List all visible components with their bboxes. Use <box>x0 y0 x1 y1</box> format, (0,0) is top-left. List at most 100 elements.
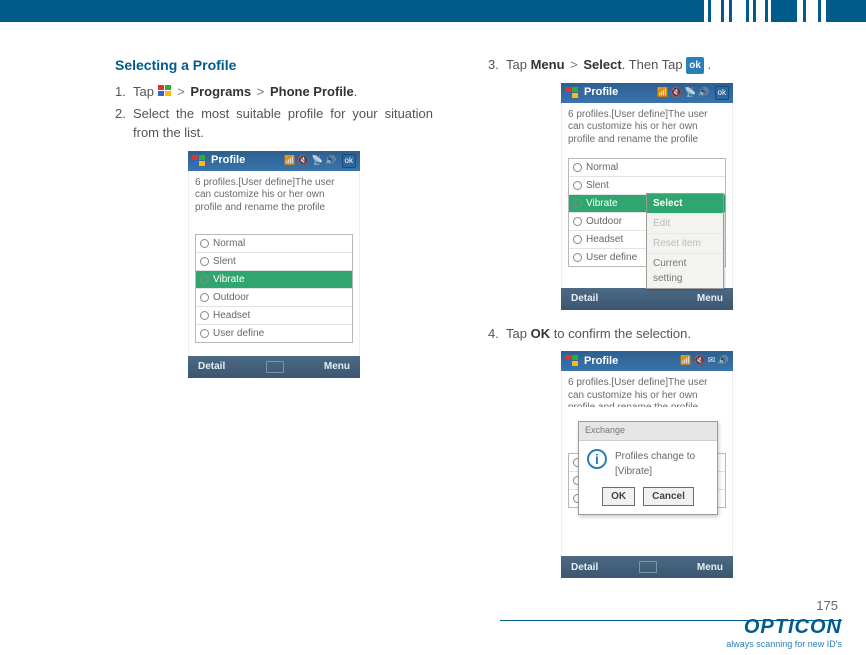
period: . <box>354 84 358 99</box>
barcode-decoration <box>704 0 826 22</box>
dialog-buttons: OK Cancel <box>579 483 717 514</box>
list-item[interactable]: Normal <box>196 235 352 253</box>
menu-item-select[interactable]: Select <box>647 194 723 214</box>
dialog-message: Profiles change to [Vibrate] <box>615 449 709 479</box>
ok-chip-icon: ok <box>686 57 704 74</box>
radio-icon <box>573 163 582 172</box>
step-number: 4. <box>488 324 506 344</box>
left-column: Selecting a Profile 1. Tap > Programs > … <box>115 55 433 592</box>
status-icons: 📶 🔇 📡 🔊 <box>284 154 336 168</box>
section-heading: Selecting a Profile <box>115 55 433 76</box>
step-1: 1. Tap > Programs > Phone Profile. <box>115 82 433 102</box>
step-text: Tap Menu > Select. Then Tap ok . <box>506 55 806 75</box>
dialog-message-row: i Profiles change to [Vibrate] <box>579 441 717 483</box>
list-label: User define <box>586 250 637 265</box>
ok-label: OK <box>531 326 551 341</box>
windows-start-icon[interactable] <box>565 87 579 99</box>
dialog-title: Exchange <box>579 422 717 441</box>
step-text: Select the most suitable profile for you… <box>133 104 433 143</box>
list-label: Vibrate <box>586 196 618 211</box>
radio-icon <box>573 253 582 262</box>
menu-item-reset: Reset item <box>647 234 723 254</box>
list-label: Normal <box>213 236 245 251</box>
phone-softkey-bar: Detail Menu <box>561 556 733 578</box>
hint-text: 6 profiles.[User define]The user can cus… <box>189 171 359 221</box>
radio-icon <box>200 329 209 338</box>
ok-button[interactable]: ok <box>342 154 356 168</box>
confirm-dialog: Exchange i Profiles change to [Vibrate] … <box>578 421 718 515</box>
hint-text: 6 profiles.[User define]The user can cus… <box>562 103 732 153</box>
step-text: Tap > Programs > Phone Profile. <box>133 82 433 102</box>
windows-start-icon[interactable] <box>565 355 579 367</box>
softkey-menu[interactable]: Menu <box>324 359 350 374</box>
status-icons: 📶 🔇 ✉ 🔊 <box>680 354 729 368</box>
hint-text: 6 profiles.[User define]The user can cus… <box>562 371 732 407</box>
window-title: Profile <box>584 353 675 370</box>
phone-screenshot-2: Profile 📶 🔇 📡 🔊 ok 6 profiles.[User defi… <box>561 83 733 310</box>
dialog-cancel-button[interactable]: Cancel <box>643 487 694 506</box>
right-column: 3. Tap Menu > Select. Then Tap ok . Prof… <box>488 55 806 592</box>
keyboard-icon[interactable] <box>266 361 284 373</box>
window-title: Profile <box>211 152 279 169</box>
list-item[interactable]: Slent <box>196 253 352 271</box>
status-icons: 📶 🔇 📡 🔊 <box>657 86 709 100</box>
text: Tap <box>506 57 531 72</box>
text: Tap <box>133 84 158 99</box>
windows-start-icon <box>158 85 172 97</box>
phone-body: 6 profiles.[User define]The user can cus… <box>561 371 733 556</box>
list-item[interactable]: User define <box>196 325 352 342</box>
radio-icon <box>200 293 209 302</box>
dialog-ok-button[interactable]: OK <box>602 487 635 506</box>
softkey-detail[interactable]: Detail <box>198 359 225 374</box>
radio-icon <box>200 311 209 320</box>
text: to confirm the selection. <box>550 326 691 341</box>
softkey-detail[interactable]: Detail <box>571 291 598 306</box>
softkey-menu[interactable]: Menu <box>697 560 723 575</box>
list-label: Slent <box>586 178 609 193</box>
menu-item-current-setting[interactable]: Current setting <box>647 254 723 288</box>
step-2: 2. Select the most suitable profile for … <box>115 104 433 143</box>
list-label: Headset <box>586 232 623 247</box>
radio-icon <box>573 181 582 190</box>
list-item[interactable]: Normal <box>569 159 725 177</box>
text: Tap <box>506 326 531 341</box>
step-3: 3. Tap Menu > Select. Then Tap ok . <box>488 55 806 75</box>
softkey-detail[interactable]: Detail <box>571 560 598 575</box>
phone-titlebar: Profile 📶 🔇 📡 🔊 ok <box>561 83 733 103</box>
list-item-selected[interactable]: Vibrate <box>196 271 352 289</box>
radio-icon <box>200 239 209 248</box>
windows-start-icon[interactable] <box>192 155 206 167</box>
softkey-menu[interactable]: Menu <box>697 291 723 306</box>
phone-softkey-bar: Detail Menu <box>561 288 733 310</box>
breadcrumb-sep: > <box>568 57 580 72</box>
phone-profile-label: Phone Profile <box>270 84 354 99</box>
list-label: User define <box>213 326 264 341</box>
context-menu: Select Edit Reset item Current setting <box>646 193 724 289</box>
menu-item-edit: Edit <box>647 214 723 234</box>
breadcrumb-sep: > <box>175 84 187 99</box>
list-item[interactable]: Headset <box>196 307 352 325</box>
info-icon: i <box>587 449 607 469</box>
phone-screenshot-3: Profile 📶 🔇 ✉ 🔊 6 profiles.[User define]… <box>561 351 733 578</box>
phone-body: 6 profiles.[User define]The user can cus… <box>188 171 360 356</box>
radio-icon <box>573 199 582 208</box>
phone-softkey-bar: Detail Menu <box>188 356 360 378</box>
profile-list: Normal Slent Vibrate Outdoor Headset Use… <box>195 234 353 343</box>
brand-tagline: always scanning for new ID's <box>726 639 842 649</box>
menu-label: Menu <box>531 57 565 72</box>
ok-button[interactable]: ok <box>715 86 729 100</box>
list-label: Outdoor <box>213 290 249 305</box>
period: . <box>704 57 711 72</box>
phone-titlebar: Profile 📶 🔇 ✉ 🔊 <box>561 351 733 371</box>
list-label: Normal <box>586 160 618 175</box>
list-label: Vibrate <box>213 272 245 287</box>
list-label: Slent <box>213 254 236 269</box>
radio-icon <box>200 275 209 284</box>
keyboard-icon[interactable] <box>639 561 657 573</box>
phone-body: 6 profiles.[User define]The user can cus… <box>561 103 733 288</box>
select-label: Select <box>583 57 621 72</box>
radio-icon <box>573 217 582 226</box>
step-text: Tap OK to confirm the selection. <box>506 324 806 344</box>
list-label: Headset <box>213 308 250 323</box>
list-item[interactable]: Outdoor <box>196 289 352 307</box>
